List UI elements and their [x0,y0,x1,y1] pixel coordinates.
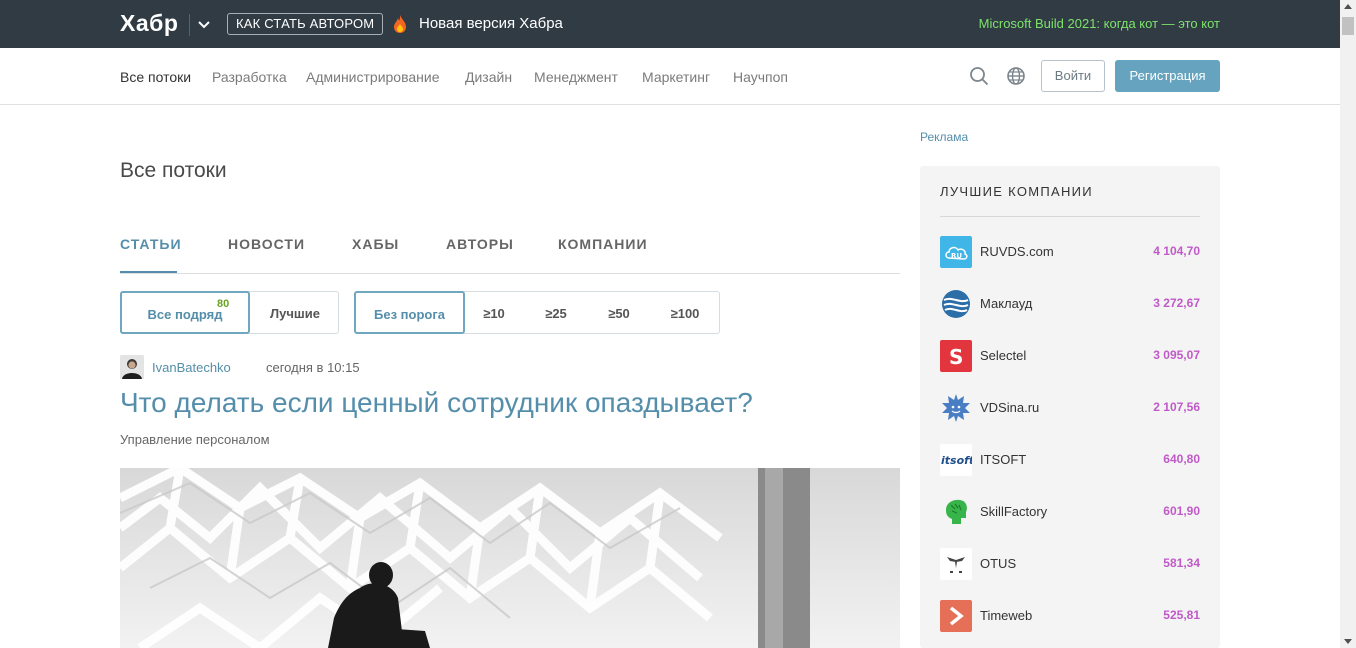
skillfactory-logo-icon [940,496,972,528]
nav-item-management[interactable]: Менеджмент [534,69,618,85]
company-name: VDSina.ru [980,400,1040,415]
threshold-filter-group: Без порога ≥10 ≥25 ≥50 ≥100 [354,291,720,334]
new-version-link[interactable]: Новая версия Хабра [419,15,563,32]
company-item[interactable]: RU RUVDS.com 4 104,70 [940,236,1200,268]
habr-logo[interactable]: Хабр [120,10,178,37]
svg-text:S: S [949,345,963,369]
tab-companies[interactable]: КОМПАНИИ [558,236,648,252]
company-item[interactable]: OTUS 581,34 [940,548,1200,580]
globe-icon[interactable] [1006,66,1026,86]
selectel-logo-icon: S [940,340,972,372]
company-name: RUVDS.com [980,244,1054,259]
nav-item-development[interactable]: Разработка [212,69,287,85]
nav-item-marketing[interactable]: Маркетинг [642,69,710,85]
filter-threshold-50[interactable]: ≥50 [589,292,649,333]
company-name: Selectel [980,348,1027,363]
scroll-down-arrow-icon[interactable] [1344,639,1352,644]
company-item[interactable]: VDSina.ru 2 107,56 [940,392,1200,424]
itsoft-logo-icon: itsoft [940,444,972,476]
sort-filter-group: Все подряд 80 Лучшие [120,291,339,334]
nav-item-administration[interactable]: Администрирование [306,69,440,85]
nav-item-popsci[interactable]: Научпоп [733,69,788,85]
filter-all[interactable]: Все подряд 80 [120,291,250,334]
ad-label[interactable]: Реклама [920,130,968,144]
svg-text:itsoft: itsoft [941,454,972,467]
macloud-logo-icon [940,288,972,320]
filter-all-label: Все подряд [147,307,223,322]
active-tab-indicator [120,271,177,273]
post-author-link[interactable]: IvanBatechko [152,360,231,375]
content-tabs: СТАТЬИ НОВОСТИ ХАБЫ АВТОРЫ КОМПАНИИ [120,236,900,274]
company-item[interactable]: Маклауд 3 272,67 [940,288,1200,320]
page-title: Все потоки [120,159,227,182]
new-posts-badge: 80 [217,298,230,310]
filter-threshold-100[interactable]: ≥100 [652,292,718,333]
company-score: 581,34 [1163,556,1200,570]
svg-text:RU: RU [951,252,962,260]
tab-authors[interactable]: АВТОРЫ [446,236,514,252]
post-cover-image[interactable] [120,468,900,648]
company-name: Timeweb [980,608,1033,623]
nav-bar: Все потоки Разработка Администрирование … [0,48,1340,105]
company-score: 525,81 [1163,608,1200,622]
timeweb-logo-icon [940,600,972,632]
filter-threshold-25[interactable]: ≥25 [526,292,586,333]
companies-widget-title: ЛУЧШИЕ КОМПАНИИ [940,184,1093,199]
company-item[interactable]: Timeweb 525,81 [940,600,1200,632]
top-companies-widget: ЛУЧШИЕ КОМПАНИИ RU RUVDS.com 4 104,70 Ма… [920,166,1220,648]
fire-icon [394,15,406,33]
company-score: 601,90 [1163,504,1200,518]
filter-threshold-10[interactable]: ≥10 [465,292,523,333]
post-time: сегодня в 10:15 [266,360,360,375]
company-score: 640,80 [1163,452,1200,466]
company-score: 4 104,70 [1153,244,1200,258]
filter-best[interactable]: Лучшие [251,292,339,333]
company-score: 2 107,56 [1153,400,1200,414]
company-name: OTUS [980,556,1017,571]
company-name: ITSOFT [980,452,1027,467]
company-item[interactable]: S Selectel 3 095,07 [940,340,1200,372]
tab-hubs[interactable]: ХАБЫ [352,236,399,252]
divider [940,216,1200,217]
tab-articles[interactable]: СТАТЬИ [120,236,182,252]
tab-news[interactable]: НОВОСТИ [228,236,305,252]
search-icon[interactable] [969,66,989,86]
logo-divider [189,14,190,36]
chevron-down-icon[interactable] [197,14,211,34]
register-button[interactable]: Регистрация [1115,60,1220,92]
post-title-link[interactable]: Что делать если ценный сотрудник опаздыв… [120,387,753,419]
scroll-up-arrow-icon[interactable] [1344,4,1352,9]
company-item[interactable]: SkillFactory 601,90 [940,496,1200,528]
promo-link[interactable]: Microsoft Build 2021: когда кот — это ко… [979,16,1220,31]
company-item[interactable]: itsoft ITSOFT 640,80 [940,444,1200,476]
company-name: SkillFactory [980,504,1048,519]
company-score: 3 272,67 [1153,296,1200,310]
company-name: Маклауд [980,296,1033,311]
vdsina-logo-icon [940,392,972,424]
avatar[interactable] [120,355,144,379]
nav-item-all-flows[interactable]: Все потоки [120,69,191,85]
filter-no-threshold[interactable]: Без порога [354,291,465,334]
page-scrollbar[interactable] [1340,0,1356,648]
otus-logo-icon [940,548,972,580]
top-bar: Хабр КАК СТАТЬ АВТОРОМ Новая версия Хабр… [0,0,1340,48]
how-to-become-author-button[interactable]: КАК СТАТЬ АВТОРОМ [227,13,384,35]
scroll-thumb[interactable] [1342,17,1354,35]
login-button[interactable]: Войти [1041,60,1105,92]
nav-item-design[interactable]: Дизайн [465,69,512,85]
ruvds-logo-icon: RU [940,236,972,268]
company-score: 3 095,07 [1153,348,1200,362]
post-hub-link[interactable]: Управление персоналом [120,432,270,447]
